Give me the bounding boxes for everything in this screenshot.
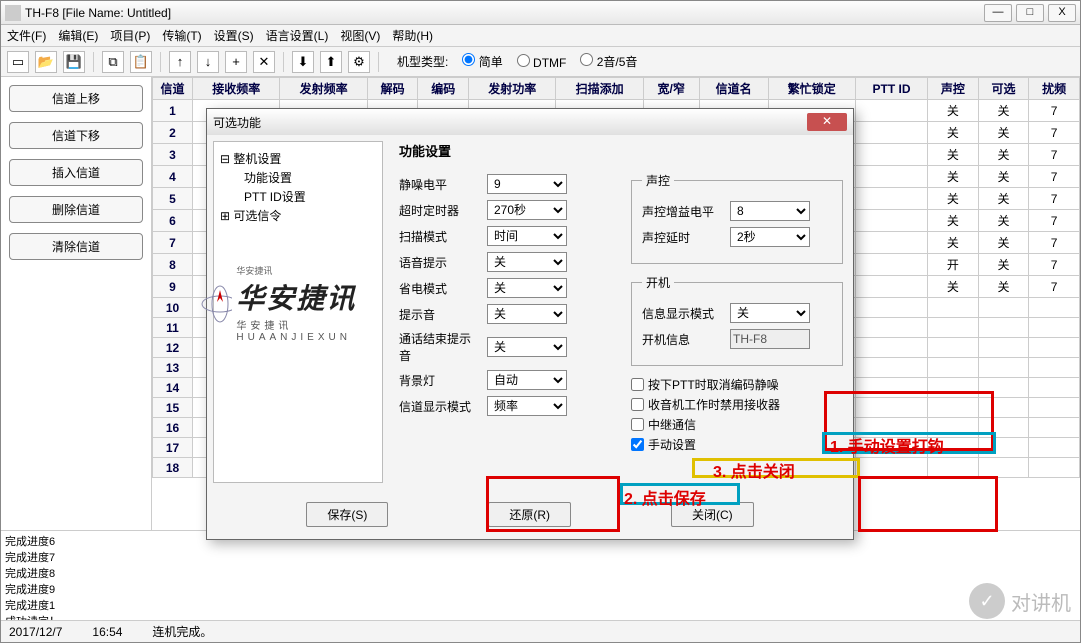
save-button[interactable]: 保存(S) bbox=[306, 502, 388, 527]
toolbar: ▭ 📂 💾 ⧉ 📋 ↑ ↓ + ✕ ⬇ ⬆ ⚙ 机型类型: 简单 DTMF 2音… bbox=[1, 47, 1080, 77]
sel-省电模式[interactable]: 关 bbox=[487, 278, 567, 298]
menu-edit[interactable]: 编辑(E) bbox=[58, 27, 98, 44]
col-header[interactable]: 接收频率 bbox=[193, 78, 280, 100]
model-label: 机型类型: bbox=[397, 53, 448, 70]
chk-ptt-cancel[interactable] bbox=[631, 378, 644, 391]
anno-box-1b bbox=[822, 432, 996, 454]
anno-box-3b bbox=[692, 458, 860, 478]
sel-超时定时器[interactable]: 270秒 bbox=[487, 200, 567, 220]
delete-icon[interactable]: ✕ bbox=[253, 51, 275, 73]
close-button[interactable]: 关闭(C) bbox=[671, 502, 754, 527]
menu-help[interactable]: 帮助(H) bbox=[392, 27, 433, 44]
col-header[interactable]: 编码 bbox=[418, 78, 469, 100]
vox-delay-select[interactable]: 2秒 bbox=[730, 227, 810, 247]
col-header[interactable]: 信道 bbox=[153, 78, 193, 100]
chk-manual[interactable] bbox=[631, 438, 644, 451]
panel-title: 功能设置 bbox=[399, 141, 843, 160]
boot-display-select[interactable]: 关 bbox=[730, 303, 810, 323]
statusbar: 2017/12/7 16:54 连机完成。 bbox=[1, 620, 1080, 642]
menubar: 文件(F) 编辑(E) 项目(P) 传输(T) 设置(S) 语言设置(L) 视图… bbox=[1, 25, 1080, 47]
radio-simple[interactable]: 简单 bbox=[462, 53, 502, 70]
save-icon[interactable]: 💾 bbox=[63, 51, 85, 73]
sel-提示音[interactable]: 关 bbox=[487, 304, 567, 324]
col-header[interactable]: 解码 bbox=[367, 78, 418, 100]
app-icon bbox=[5, 5, 21, 21]
status-time: 16:54 bbox=[92, 625, 122, 639]
boot-msg-input[interactable] bbox=[730, 329, 810, 349]
watermark-logo: 华安捷讯 华安捷讯 华安捷讯 HUAANJIEXUN bbox=[200, 264, 380, 343]
col-header[interactable]: 宽/窄 bbox=[643, 78, 699, 100]
anno-box-2b bbox=[620, 483, 740, 505]
open-icon[interactable]: 📂 bbox=[35, 51, 57, 73]
vox-group: 声控 声控增益电平8 声控延时2秒 bbox=[631, 172, 843, 264]
anno-box-2 bbox=[486, 476, 620, 532]
menu-transfer[interactable]: 传输(T) bbox=[162, 27, 201, 44]
col-header[interactable]: 扰频 bbox=[1029, 78, 1080, 100]
col-header[interactable]: 发射频率 bbox=[280, 78, 367, 100]
col-header[interactable]: 发射功率 bbox=[469, 78, 556, 100]
wechat-overlay: ✓ 对讲机 bbox=[969, 583, 1071, 619]
dialog-title: 可选功能 bbox=[213, 114, 261, 131]
close-button[interactable]: X bbox=[1048, 4, 1076, 22]
chk-radio-disable[interactable] bbox=[631, 398, 644, 411]
col-header[interactable]: 可选 bbox=[978, 78, 1029, 100]
sel-扫描模式[interactable]: 时间 bbox=[487, 226, 567, 246]
titlebar: TH-F8 [File Name: Untitled] — □ X bbox=[1, 1, 1080, 25]
wechat-icon: ✓ bbox=[969, 583, 1005, 619]
write-icon[interactable]: ⬆ bbox=[320, 51, 342, 73]
col-header[interactable]: 声控 bbox=[928, 78, 979, 100]
read-icon[interactable]: ⬇ bbox=[292, 51, 314, 73]
chk-repeater[interactable] bbox=[631, 418, 644, 431]
status-date: 2017/12/7 bbox=[9, 625, 62, 639]
tree-pttid[interactable]: PTT ID设置 bbox=[244, 188, 376, 205]
dialog-close-icon[interactable]: ✕ bbox=[807, 113, 847, 131]
menu-language[interactable]: 语言设置(L) bbox=[266, 27, 329, 44]
config-icon[interactable]: ⚙ bbox=[348, 51, 370, 73]
delete-channel-button[interactable]: 删除信道 bbox=[9, 196, 143, 223]
col-header[interactable]: 扫描添加 bbox=[556, 78, 643, 100]
sel-通话结束提示音[interactable]: 关 bbox=[487, 337, 567, 357]
down-icon[interactable]: ↓ bbox=[197, 51, 219, 73]
channel-down-button[interactable]: 信道下移 bbox=[9, 122, 143, 149]
col-header[interactable]: PTT ID bbox=[855, 78, 927, 100]
channel-up-button[interactable]: 信道上移 bbox=[9, 85, 143, 112]
log-panel: 完成进度6完成进度7完成进度8完成进度9完成进度1成功读完！端口关闭。 bbox=[1, 530, 1080, 620]
clear-channel-button[interactable]: 清除信道 bbox=[9, 233, 143, 260]
anno-box-3 bbox=[858, 476, 998, 532]
sel-背景灯[interactable]: 自动 bbox=[487, 370, 567, 390]
status-msg: 连机完成。 bbox=[152, 623, 212, 640]
minimize-button[interactable]: — bbox=[984, 4, 1012, 22]
insert-channel-button[interactable]: 插入信道 bbox=[9, 159, 143, 186]
window-title: TH-F8 [File Name: Untitled] bbox=[25, 6, 171, 20]
boot-group: 开机 信息显示模式关 开机信息 bbox=[631, 274, 843, 366]
sel-信道显示模式[interactable]: 频率 bbox=[487, 396, 567, 416]
up-icon[interactable]: ↑ bbox=[169, 51, 191, 73]
sel-语音提示[interactable]: 关 bbox=[487, 252, 567, 272]
copy-icon[interactable]: ⧉ bbox=[102, 51, 124, 73]
tree-func[interactable]: 功能设置 bbox=[244, 169, 376, 186]
radio-dtmf[interactable]: DTMF bbox=[517, 54, 567, 70]
menu-settings[interactable]: 设置(S) bbox=[214, 27, 254, 44]
radio-tone[interactable]: 2音/5音 bbox=[580, 53, 637, 70]
new-icon[interactable]: ▭ bbox=[7, 51, 29, 73]
menu-project[interactable]: 项目(P) bbox=[110, 27, 150, 44]
menu-view[interactable]: 视图(V) bbox=[340, 27, 380, 44]
vox-gain-select[interactable]: 8 bbox=[730, 201, 810, 221]
col-header[interactable]: 繁忙锁定 bbox=[768, 78, 855, 100]
col-header[interactable]: 信道名 bbox=[699, 78, 768, 100]
menu-file[interactable]: 文件(F) bbox=[7, 27, 46, 44]
sel-静噪电平[interactable]: 9 bbox=[487, 174, 567, 194]
maximize-button[interactable]: □ bbox=[1016, 4, 1044, 22]
insert-icon[interactable]: + bbox=[225, 51, 247, 73]
sidebar: 信道上移 信道下移 插入信道 删除信道 清除信道 bbox=[1, 77, 151, 530]
paste-icon[interactable]: 📋 bbox=[130, 51, 152, 73]
